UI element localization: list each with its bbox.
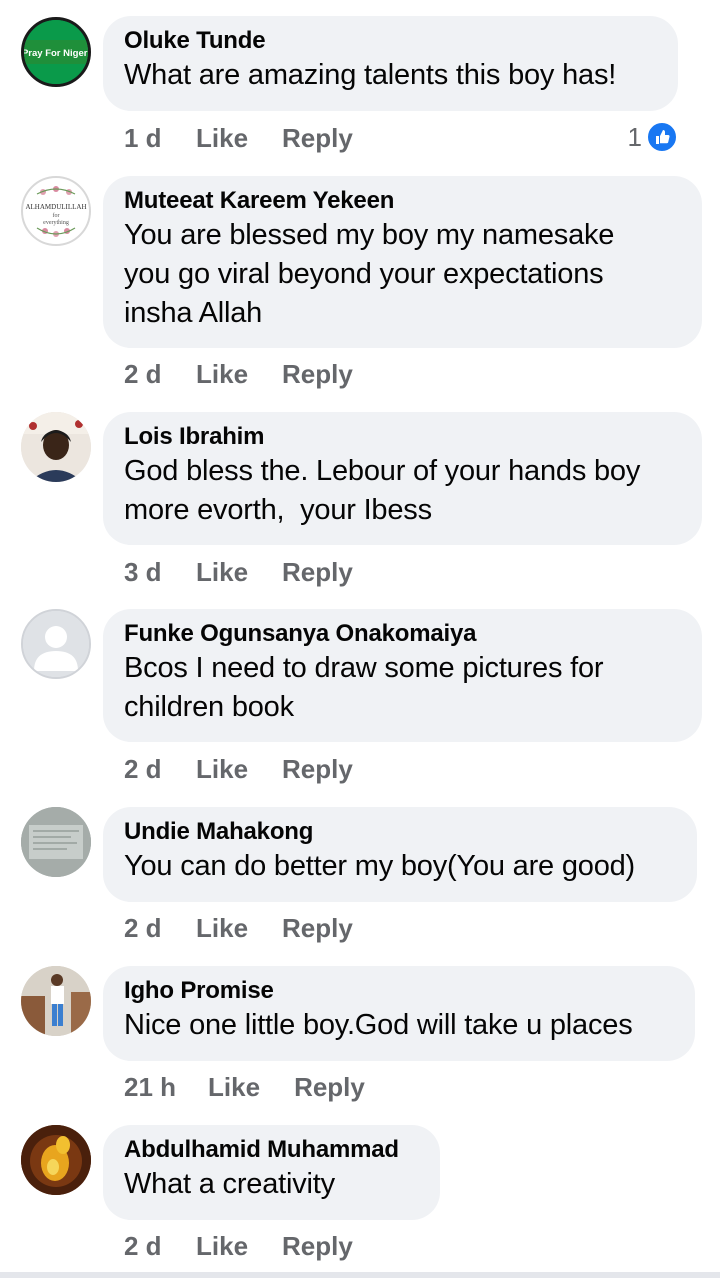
avatar[interactable]: #Pray For Nigeria [21,17,91,87]
comment-text: What are amazing talents this boy has! [124,59,617,91]
avatar[interactable] [21,1125,91,1195]
comment-text: You can do better my boy(You are good) [124,850,636,882]
comment-author[interactable]: Muteeat Kareem Yekeen [124,186,682,216]
comment-timestamp[interactable]: 2 d [124,1231,164,1262]
like-button[interactable]: Like [208,1072,260,1103]
svg-text:ALHAMDULILLAH: ALHAMDULILLAH [25,203,86,211]
comment-text: Nice one little boy.God will take u plac… [124,1009,633,1041]
comment-timestamp[interactable]: 3 d [124,557,164,588]
avatar[interactable]: ALHAMDULILLAH for everything [21,176,91,246]
reply-button[interactable]: Reply [282,1231,353,1262]
like-button[interactable]: Like [196,359,248,390]
comment-actions: 2 d Like Reply [124,911,353,945]
svg-text:#Pray For Nigeria: #Pray For Nigeria [24,48,88,59]
comment-timestamp[interactable]: 21 h [124,1072,176,1103]
like-button[interactable]: Like [196,913,248,944]
reply-button[interactable]: Reply [282,913,353,944]
comment-bubble: Funke Ogunsanya Onakomaiya Bcos I need t… [103,609,702,742]
default-avatar-icon[interactable] [21,609,91,679]
comment-bubble: Muteeat Kareem Yekeen You are blessed my… [103,176,702,348]
comment-author[interactable]: Funke Ogunsanya Onakomaiya [124,619,682,649]
comment-text: You are blessed my boy my namesake you g… [124,219,615,329]
profile-photo [21,1125,91,1195]
reply-button[interactable]: Reply [282,754,353,785]
comment-timestamp[interactable]: 2 d [124,359,164,390]
thumbs-up-icon [646,121,678,153]
svg-text:everything: everything [43,220,69,226]
comment-bubble: Abdulhamid Muhammad What a creativity [103,1125,440,1220]
avatar[interactable] [21,966,91,1036]
comment-text: Bcos I need to draw some pictures for ch… [124,652,604,723]
person-silhouette-icon [23,611,89,677]
pray-for-nigeria-avatar-art: #Pray For Nigeria [24,20,88,84]
comment-author[interactable]: Lois Ibrahim [124,422,682,452]
reply-button[interactable]: Reply [282,557,353,588]
comment-timestamp[interactable]: 1 d [124,123,164,154]
like-button[interactable]: Like [196,754,248,785]
comment-bubble: Undie Mahakong You can do better my boy(… [103,807,697,902]
reply-button[interactable]: Reply [282,123,353,154]
comment-author[interactable]: Abdulhamid Muhammad [124,1135,420,1165]
reply-button[interactable]: Reply [294,1072,365,1103]
reply-button[interactable]: Reply [282,359,353,390]
comment-bubble: Lois Ibrahim God bless the. Lebour of yo… [103,412,702,545]
reaction-summary[interactable]: 1 [628,121,678,153]
avatar[interactable] [21,807,91,877]
reaction-count: 1 [627,121,642,152]
comment-timestamp[interactable]: 2 d [124,913,164,944]
comment-author[interactable]: Igho Promise [124,976,675,1006]
comment-text: What a creativity [124,1168,335,1200]
comment-bubble: Oluke Tunde What are amazing talents thi… [103,16,678,111]
comment-bubble: Igho Promise Nice one little boy.God wil… [103,966,695,1061]
comment-actions: 2 d Like Reply [124,752,353,786]
comment-author[interactable]: Oluke Tunde [124,26,658,56]
comment-author[interactable]: Undie Mahakong [124,817,677,847]
like-button[interactable]: Like [196,123,248,154]
svg-text:for: for [53,212,60,219]
comment-text: God bless the. Lebour of your hands boy … [124,455,641,526]
comment-actions: 3 d Like Reply [124,555,353,589]
comment-timestamp[interactable]: 2 d [124,754,164,785]
comment-actions: 2 d Like Reply [124,1229,353,1263]
avatar[interactable] [21,412,91,482]
like-button[interactable]: Like [196,1231,248,1262]
like-button[interactable]: Like [196,557,248,588]
profile-photo [21,966,91,1036]
divider [0,1272,720,1278]
profile-photo [21,412,91,482]
comment-actions: 1 d Like Reply [124,121,353,155]
profile-photo [21,807,91,877]
comment-actions: 21 h Like Reply [124,1070,365,1104]
alhamdulillah-avatar-art: ALHAMDULILLAH for everything [25,186,87,237]
comment-actions: 2 d Like Reply [124,357,353,391]
